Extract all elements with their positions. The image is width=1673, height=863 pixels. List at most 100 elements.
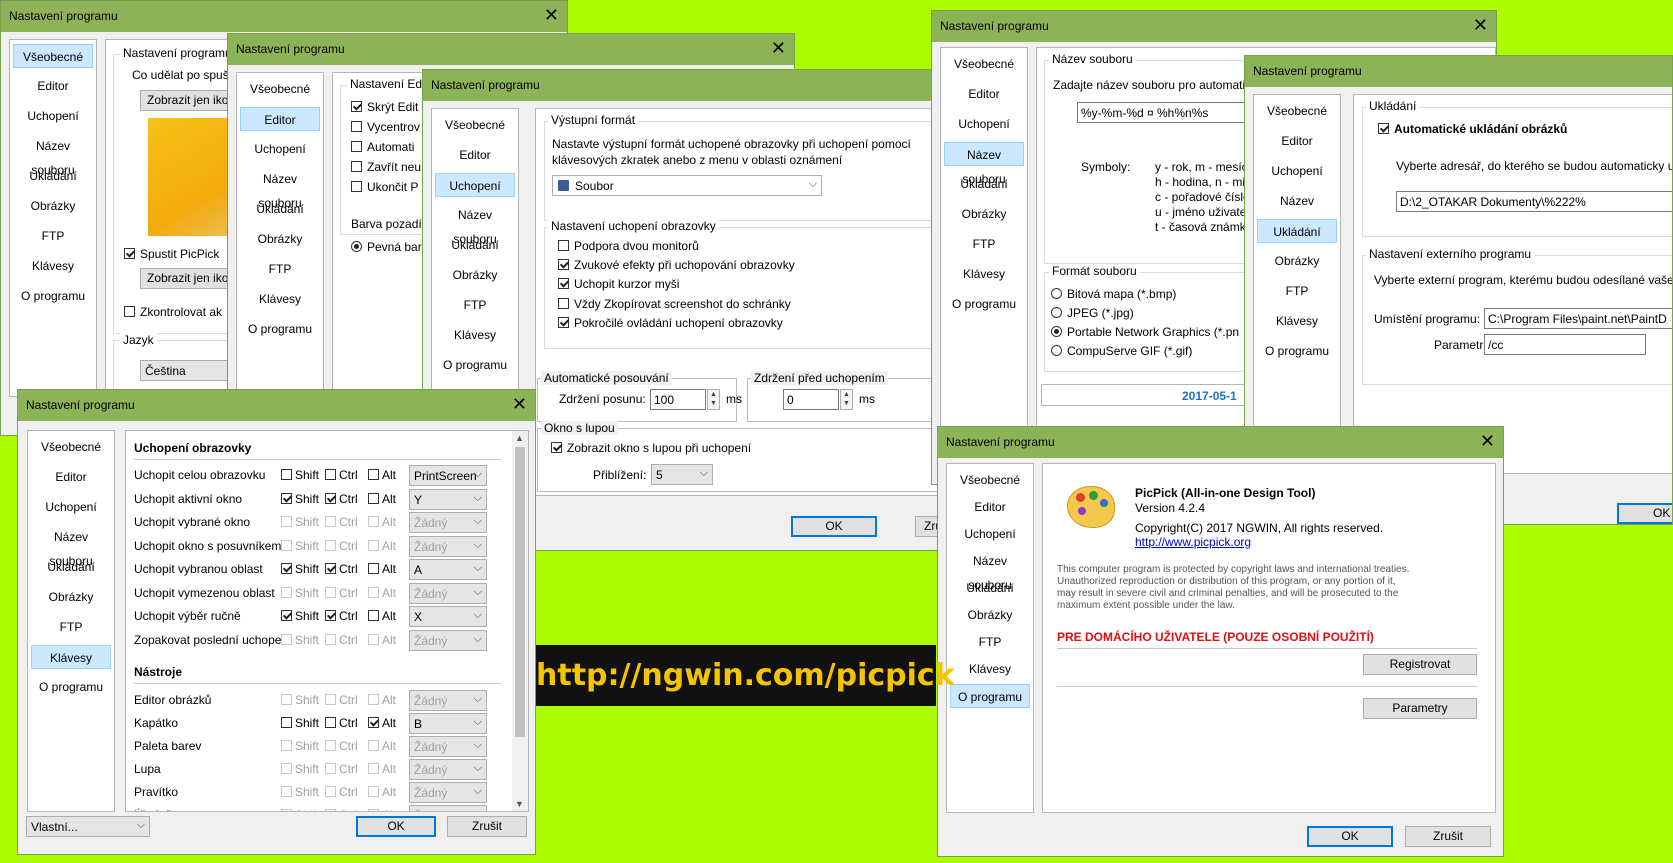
nav-item-images[interactable]: Obrázky <box>1257 249 1337 273</box>
nav-item-filename[interactable]: Název souboru <box>31 525 111 568</box>
ctrl-checkbox[interactable] <box>325 610 336 621</box>
alt-checkbox[interactable] <box>368 516 379 527</box>
sound-effects-checkbox[interactable] <box>558 259 569 270</box>
nav-item-filename[interactable]: Název souboru <box>240 167 320 210</box>
shift-checkbox[interactable] <box>281 610 292 621</box>
nav-item-filename[interactable]: Název souboru <box>950 549 1030 592</box>
ctrl-checkbox[interactable] <box>325 516 336 527</box>
title-bar[interactable]: Nastavení programu ✕ <box>228 34 794 65</box>
shift-checkbox[interactable] <box>281 633 292 645</box>
nav-item-keys[interactable]: Klávesy <box>240 287 320 311</box>
ctrl-checkbox[interactable] <box>325 809 336 811</box>
nav-item-about[interactable]: O programu <box>950 684 1030 708</box>
banner-url[interactable]: http://ngwin.com/picpick <box>536 658 955 693</box>
close-icon[interactable]: ✕ <box>1473 15 1488 35</box>
nav-item-general[interactable]: Všeobecné <box>240 77 320 101</box>
nav-item-images[interactable]: Obrázky <box>944 202 1024 226</box>
shift-checkbox[interactable] <box>281 786 292 797</box>
nav-item-editor[interactable]: Editor <box>950 495 1030 519</box>
alt-checkbox[interactable] <box>368 586 379 598</box>
nav-item-keys[interactable]: Klávesy <box>950 657 1030 681</box>
alt-checkbox[interactable] <box>368 786 379 797</box>
close-icon[interactable]: ✕ <box>544 5 559 25</box>
nav-item-ftp[interactable]: FTP <box>240 257 320 281</box>
close-icon[interactable]: ✕ <box>771 38 786 58</box>
nav-item-general[interactable]: Všeobecné <box>435 113 515 137</box>
nav-item-capture[interactable]: Uchopení <box>435 173 515 197</box>
nav-item-general[interactable]: Všeobecné <box>950 468 1030 492</box>
hotkey-select[interactable]: Žádný ⌵ <box>409 736 487 757</box>
nav-item-keys[interactable]: Klávesy <box>435 323 515 347</box>
scroll-delay-input[interactable]: 100 <box>650 389 706 410</box>
nav-item-general[interactable]: Všeobecné <box>13 44 93 68</box>
advanced-control-checkbox[interactable] <box>558 317 569 328</box>
ok-button[interactable]: OK <box>356 816 436 837</box>
hotkey-select[interactable]: Žádný ⌵ <box>409 690 487 711</box>
ok-button[interactable]: OK <box>1617 503 1672 524</box>
ctrl-checkbox[interactable] <box>325 694 336 705</box>
nav-item-capture[interactable]: Uchopení <box>944 112 1024 136</box>
scroll-delay-stepper[interactable]: ▲ ▼ <box>707 389 720 410</box>
ctrl-checkbox[interactable] <box>325 633 336 645</box>
nav-item-about[interactable]: O programu <box>944 292 1024 316</box>
shift-checkbox[interactable] <box>281 740 292 751</box>
title-bar[interactable]: Nastavení programu ✕ <box>932 11 1496 42</box>
parameters-button[interactable]: Parametry <box>1363 698 1477 719</box>
format-jpg-radio[interactable] <box>1051 307 1062 318</box>
parameter-input[interactable]: /cc <box>1484 334 1646 355</box>
ok-button[interactable]: OK <box>791 516 877 537</box>
alt-checkbox[interactable] <box>368 763 379 774</box>
exit-program-checkbox[interactable] <box>351 181 362 192</box>
alt-checkbox[interactable] <box>368 809 379 811</box>
nav-item-images[interactable]: Obrázky <box>950 603 1030 627</box>
hotkey-select[interactable]: Žádný ⌵ <box>409 759 487 780</box>
title-bar[interactable]: Nastavení programu ✕ <box>18 390 535 421</box>
solid-color-radio[interactable] <box>351 241 362 252</box>
ok-button[interactable]: OK <box>1307 826 1393 847</box>
shift-checkbox[interactable] <box>281 763 292 774</box>
shift-checkbox[interactable] <box>281 717 292 728</box>
homepage-link[interactable]: http://www.picpick.org <box>1135 535 1251 549</box>
nav-item-ftp[interactable]: FTP <box>950 630 1030 654</box>
title-bar[interactable]: Nastavení programu <box>1245 56 1672 87</box>
nav-item-images[interactable]: Obrázky <box>31 585 111 609</box>
close-icon[interactable]: ✕ <box>512 394 527 414</box>
cancel-button[interactable]: Zrušit <box>1405 826 1491 847</box>
nav-item-editor[interactable]: Editor <box>1257 129 1337 153</box>
nav-item-saving[interactable]: Ukládání <box>944 172 1024 196</box>
title-bar[interactable]: Nastavení programu ✕ <box>423 70 963 101</box>
nav-item-saving[interactable]: Ukládání <box>1257 219 1337 243</box>
nav-item-editor[interactable]: Editor <box>31 465 111 489</box>
title-bar[interactable]: Nastavení programu ✕ <box>1 1 567 32</box>
nav-item-ftp[interactable]: FTP <box>435 293 515 317</box>
copy-to-clipboard-checkbox[interactable] <box>558 298 569 309</box>
format-bmp-radio[interactable] <box>1051 288 1062 299</box>
hotkey-select[interactable]: Žádný ⌵ <box>409 805 487 811</box>
nav-item-keys[interactable]: Klávesy <box>31 645 111 669</box>
shift-checkbox[interactable] <box>281 492 292 504</box>
capture-delay-stepper[interactable]: ▲ ▼ <box>840 389 853 410</box>
nav-item-about[interactable]: O programu <box>240 317 320 341</box>
alt-checkbox[interactable] <box>368 539 379 551</box>
cancel-button[interactable]: Zrušit <box>447 816 527 837</box>
preset-select[interactable]: Vlastní... ⌵ <box>26 816 150 837</box>
directory-input[interactable]: D:\2_OTAKAR Dokumenty\%222% <box>1396 191 1672 212</box>
alt-checkbox[interactable] <box>368 633 379 645</box>
alt-checkbox[interactable] <box>368 469 379 480</box>
shift-checkbox[interactable] <box>281 586 292 598</box>
hotkey-select[interactable]: Žádný ⌵ <box>409 535 487 557</box>
nav-item-capture[interactable]: Uchopení <box>240 137 320 161</box>
dual-monitor-checkbox[interactable] <box>558 240 569 251</box>
nav-item-saving[interactable]: Ukládání <box>13 164 93 188</box>
nav-item-keys[interactable]: Klávesy <box>944 262 1024 286</box>
ctrl-checkbox[interactable] <box>325 469 336 480</box>
program-location-input[interactable]: C:\Program Files\paint.net\PaintD <box>1484 308 1672 329</box>
nav-item-filename[interactable]: Název souboru <box>944 142 1024 186</box>
hotkey-select[interactable]: PrintScreen ⌵ <box>409 465 487 486</box>
ctrl-checkbox[interactable] <box>325 763 336 774</box>
nav-item-images[interactable]: Obrázky <box>435 263 515 287</box>
nav-item-saving[interactable]: Ukládání <box>950 576 1030 600</box>
scroll-up-icon[interactable]: ▲ <box>515 433 524 443</box>
scroll-down-icon[interactable]: ▼ <box>515 799 524 809</box>
vertical-scrollbar[interactable]: ▲ ▼ <box>512 431 528 811</box>
